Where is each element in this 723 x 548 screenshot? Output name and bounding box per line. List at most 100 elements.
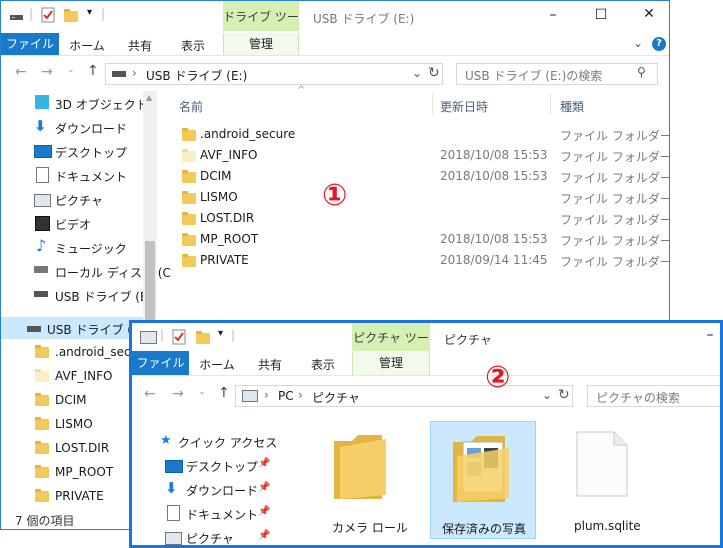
pin-icon[interactable]: 📌 — [258, 530, 270, 541]
nav-child-private[interactable]: PRIVATE — [55, 489, 104, 503]
forward-arrow-icon[interactable]: → — [172, 386, 184, 402]
list-item[interactable]: カメラ ロール — [322, 427, 408, 539]
folder-icon — [182, 212, 196, 225]
tab-manage[interactable]: 管理 — [352, 351, 430, 375]
nav-child-avf[interactable]: AVF_INFO — [55, 369, 112, 383]
separator: | — [231, 328, 236, 342]
search-input[interactable]: ピクチャの検索 — [587, 385, 720, 407]
search-placeholder: ピクチャの検索 — [596, 391, 680, 405]
help-icon[interactable]: ? — [652, 37, 666, 51]
nav-desktop[interactable]: デスクトップ — [55, 144, 127, 161]
customize-quick-access-icon[interactable]: ▾ — [87, 7, 92, 18]
nav-desktop[interactable]: デスクトップ — [186, 458, 258, 475]
breadcrumb-pictures[interactable]: ピクチャ — [312, 389, 360, 406]
address-bar[interactable]: › USB ドライブ (E:) ⌄ ↻ — [105, 63, 443, 85]
folder-icon — [182, 191, 196, 204]
column-divider[interactable] — [550, 93, 551, 115]
star-icon: ★ — [160, 433, 172, 448]
back-arrow-icon[interactable]: ← — [15, 64, 27, 80]
properties-icon[interactable] — [172, 329, 186, 345]
nav-downloads[interactable]: ダウンロード — [186, 482, 258, 499]
file-type: ファイル フォルダー — [560, 234, 670, 248]
pin-icon[interactable]: 📌 — [258, 458, 270, 469]
file-name: MP_ROOT — [200, 232, 259, 246]
folder-icon — [35, 393, 49, 406]
nav-documents[interactable]: ドキュメント — [55, 168, 127, 185]
folder-icon — [35, 465, 49, 478]
context-tab-picture-tools: ピクチャ ツール — [352, 323, 430, 375]
tab-view[interactable]: 表示 — [297, 356, 349, 373]
column-date[interactable]: 更新日時 — [440, 98, 488, 115]
nav-videos[interactable]: ビデオ — [55, 216, 91, 233]
up-arrow-icon[interactable]: ↑ — [87, 63, 99, 79]
refresh-icon[interactable]: ↻ — [428, 65, 440, 81]
nav-usb-drive[interactable]: USB ドライブ (E:) — [55, 288, 156, 305]
breadcrumb-separator: › — [298, 388, 303, 402]
new-folder-icon[interactable] — [196, 331, 210, 344]
up-arrow-icon[interactable]: ↑ — [218, 385, 230, 401]
breadcrumb-pc[interactable]: PC — [278, 389, 294, 403]
file-name: LISMO — [200, 190, 238, 204]
nav-child-dcim[interactable]: DCIM — [55, 393, 87, 407]
back-arrow-icon[interactable]: ← — [144, 386, 156, 402]
address-dropdown-icon[interactable]: ⌄ — [412, 66, 422, 80]
nav-downloads[interactable]: ダウンロード — [55, 120, 127, 137]
download-icon: ⬇ — [34, 117, 47, 135]
local-disk-icon — [34, 266, 48, 273]
folder-icon — [35, 417, 49, 430]
nav-documents[interactable]: ドキュメント — [186, 506, 258, 523]
customize-quick-access-icon[interactable]: ▾ — [218, 328, 223, 339]
refresh-icon[interactable]: ↻ — [558, 387, 570, 403]
nav-child-mproot[interactable]: MP_ROOT — [55, 465, 113, 479]
nav-pictures[interactable]: ピクチャ — [55, 192, 103, 209]
title-bar[interactable]: | ▾ | ドライブ ツール USB ドライブ (E:) – ☐ ✕ — [1, 1, 669, 56]
pin-icon[interactable]: 📌 — [258, 482, 270, 493]
recent-locations-icon[interactable]: ⌄ — [198, 387, 206, 397]
pin-icon[interactable]: 📌 — [258, 506, 270, 517]
breadcrumb-separator: › — [264, 388, 269, 402]
file-type: ファイル フォルダー — [560, 129, 670, 143]
status-bar-count: 7 個の項目 — [15, 514, 75, 528]
minimize-button[interactable]: – — [700, 327, 720, 343]
scroll-up-icon[interactable]: ▲ — [146, 93, 152, 102]
tab-view[interactable]: 表示 — [167, 37, 219, 54]
tab-manage[interactable]: 管理 — [223, 33, 299, 55]
column-name[interactable]: 名前 — [179, 98, 203, 115]
list-item[interactable]: plum.sqlite — [564, 427, 644, 539]
address-dropdown-icon[interactable]: ⌄ — [542, 388, 552, 402]
new-folder-icon[interactable] — [64, 9, 78, 22]
file-icon — [576, 431, 628, 497]
tab-share[interactable]: 共有 — [115, 37, 165, 54]
maximize-button[interactable]: ☐ — [591, 7, 611, 23]
title-bar[interactable]: | ▾ | ピクチャ ツール ピクチャ – — [132, 323, 720, 375]
nav-child-lostdir[interactable]: LOST.DIR — [55, 441, 109, 455]
properties-icon[interactable] — [41, 7, 55, 23]
context-tab-drive-tools: ドライブ ツール — [223, 1, 299, 56]
nav-music[interactable]: ミュージック — [55, 240, 127, 257]
column-divider[interactable] — [432, 93, 433, 115]
desktop-icon — [165, 460, 183, 473]
list-item-selected[interactable]: 保存済みの写真 — [430, 421, 536, 539]
tab-file[interactable]: ファイル — [132, 351, 189, 375]
tab-home[interactable]: ホーム — [191, 356, 243, 373]
separator: | — [160, 328, 165, 342]
tab-share[interactable]: 共有 — [245, 356, 295, 373]
expand-ribbon-icon[interactable]: ⌄ — [633, 36, 643, 50]
nav-quick-access[interactable]: クイック アクセス — [178, 434, 277, 451]
nav-3d-objects[interactable]: 3D オブジェクト — [55, 96, 148, 113]
recent-locations-icon[interactable]: ⌄ — [67, 65, 75, 75]
column-type[interactable]: 種類 — [560, 98, 584, 115]
minimize-button[interactable]: – — [543, 7, 563, 23]
tab-home[interactable]: ホーム — [61, 37, 113, 54]
nav-pictures[interactable]: ピクチャ — [186, 530, 234, 545]
pictures-icon — [242, 390, 258, 402]
scroll-thumb[interactable] — [145, 241, 155, 321]
nav-child-lismo[interactable]: LISMO — [55, 417, 93, 431]
close-button[interactable]: ✕ — [639, 6, 659, 22]
file-name: .android_secure — [200, 127, 296, 141]
breadcrumb-usb[interactable]: USB ドライブ (E:) — [146, 67, 247, 84]
tab-file[interactable]: ファイル — [1, 33, 59, 55]
address-bar[interactable]: › PC › ピクチャ ⌄ ↻ — [235, 385, 573, 407]
search-input[interactable]: USB ドライブ (E:)の検索 ⚲ — [456, 63, 658, 85]
forward-arrow-icon[interactable]: → — [41, 64, 53, 80]
